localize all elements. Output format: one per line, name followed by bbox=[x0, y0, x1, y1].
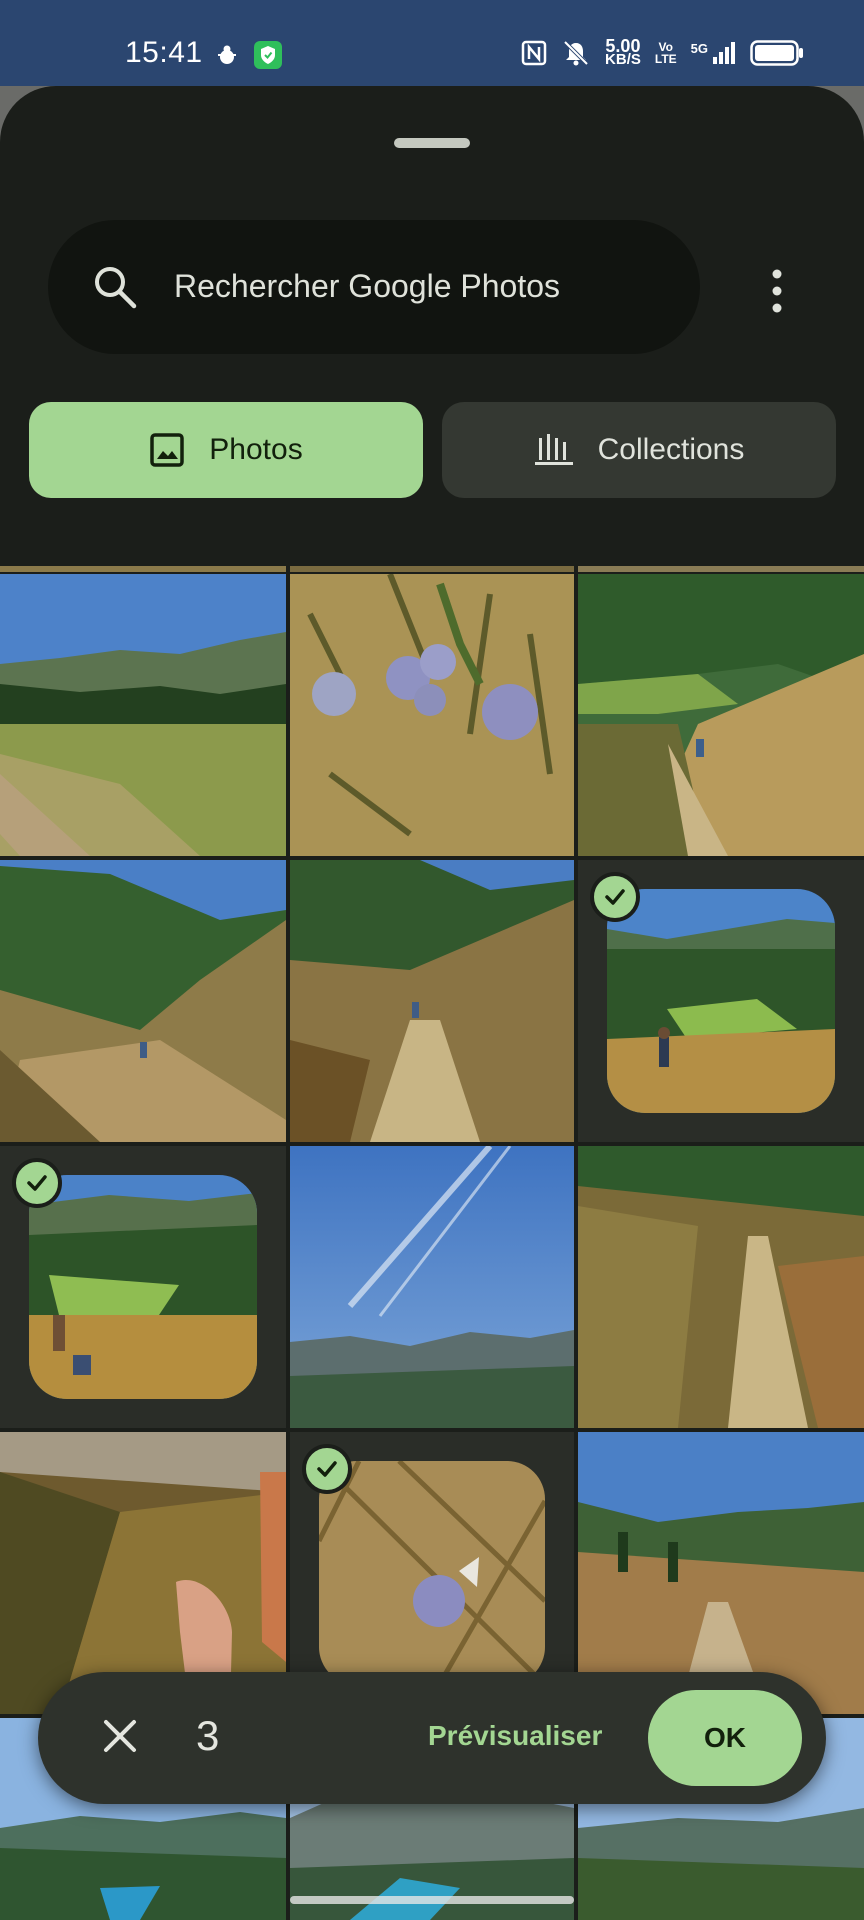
signal-icon: 5G bbox=[691, 41, 736, 65]
photo-thumbnail[interactable] bbox=[0, 860, 286, 1142]
search-input[interactable]: Rechercher Google Photos bbox=[174, 268, 560, 305]
shield-icon bbox=[254, 41, 282, 69]
photo-thumbnail[interactable] bbox=[578, 574, 864, 856]
beetle-icon bbox=[218, 45, 236, 64]
close-icon[interactable] bbox=[100, 1716, 140, 1756]
status-time: 15:41 bbox=[125, 36, 203, 69]
search-icon bbox=[95, 267, 137, 309]
drag-handle[interactable] bbox=[394, 138, 470, 148]
tab-collections-label: Collections bbox=[597, 433, 745, 466]
status-bar: 15:41 5.00 KB/S Vo LTE 5G bbox=[0, 0, 864, 86]
selected-check-icon[interactable] bbox=[302, 1444, 352, 1494]
library-icon bbox=[534, 434, 573, 465]
home-indicator[interactable] bbox=[290, 1896, 574, 1904]
search-bar[interactable]: Rechercher Google Photos bbox=[48, 220, 700, 354]
nfc-icon bbox=[521, 40, 547, 66]
photo-partial bbox=[290, 566, 574, 572]
photo-thumbnail[interactable] bbox=[290, 1146, 574, 1428]
ok-button[interactable]: OK bbox=[648, 1690, 802, 1786]
selection-action-bar: 3 Prévisualiser OK bbox=[38, 1672, 826, 1804]
volte-indicator: Vo LTE bbox=[654, 40, 677, 66]
selected-count: 3 bbox=[196, 1712, 220, 1759]
photo-thumbnail[interactable] bbox=[290, 860, 574, 1142]
photo-partial bbox=[578, 566, 864, 572]
tab-photos-label: Photos bbox=[209, 433, 303, 466]
mute-icon bbox=[563, 40, 589, 66]
image-icon bbox=[150, 433, 185, 467]
photo-partial bbox=[0, 566, 286, 572]
more-options-icon[interactable] bbox=[762, 266, 792, 316]
battery-icon bbox=[750, 40, 803, 66]
preview-button[interactable]: Prévisualiser bbox=[428, 1720, 602, 1752]
photo-picker-sheet: Rechercher Google Photos Photos Collecti… bbox=[0, 86, 864, 566]
tab-photos[interactable]: Photos bbox=[29, 402, 423, 498]
photo-thumbnail-selected[interactable] bbox=[578, 860, 864, 1142]
photo-thumbnail[interactable] bbox=[290, 574, 574, 856]
photo-thumbnail-selected[interactable] bbox=[0, 1146, 286, 1428]
photo-thumbnail[interactable] bbox=[578, 1146, 864, 1428]
photo-thumbnail[interactable] bbox=[0, 574, 286, 856]
network-speed: 5.00 KB/S bbox=[605, 36, 641, 68]
selected-check-icon[interactable] bbox=[12, 1158, 62, 1208]
selected-check-icon[interactable] bbox=[590, 872, 640, 922]
tab-collections[interactable]: Collections bbox=[442, 402, 836, 498]
